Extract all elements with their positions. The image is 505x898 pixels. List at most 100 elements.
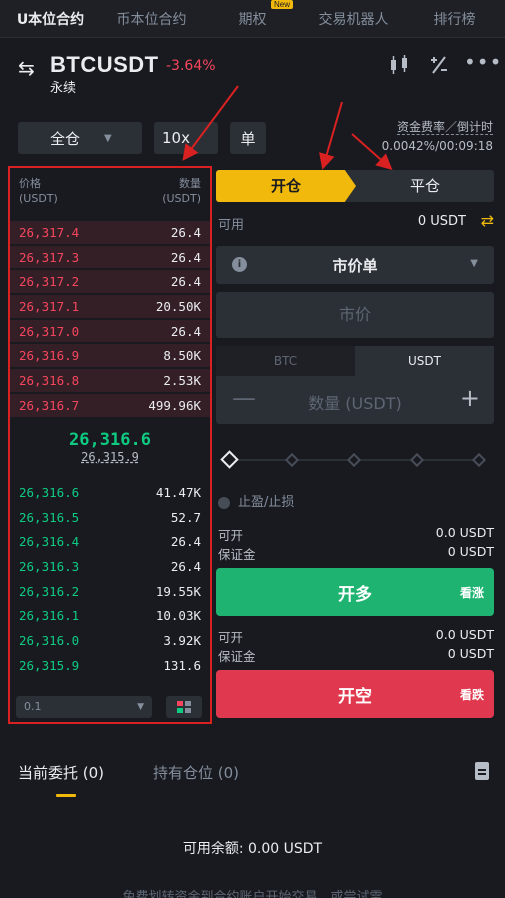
bid-qty: 19.55K <box>155 583 201 599</box>
ask-row[interactable]: 26,316.8 2.53K <box>10 368 210 393</box>
bullish-label: 看涨 <box>459 586 484 600</box>
slider-node-75[interactable] <box>409 452 425 468</box>
tab-open-position[interactable]: 开仓 <box>216 170 356 202</box>
amount-stepper: — 数量 (USDT) + <box>216 380 494 420</box>
ask-qty: 20.50K <box>155 298 201 314</box>
layout-icon[interactable] <box>166 696 202 718</box>
amount-input[interactable]: 数量 (USDT) <box>216 390 494 414</box>
ask-qty: 8.50K <box>163 348 201 364</box>
amount-box: BTC USDT — 数量 (USDT) + <box>216 346 494 424</box>
tab-open-orders[interactable]: 当前委托 (0) <box>18 762 104 783</box>
bid-row[interactable]: 26,316.6 41.47K <box>10 480 210 505</box>
unit-usdt[interactable]: USDT <box>355 346 494 376</box>
bid-row[interactable]: 26,316.4 26.4 <box>10 529 210 554</box>
tab-coin-futures[interactable]: 币本位合约 <box>101 9 202 29</box>
margin-mode-select[interactable]: 全仓 ▼ <box>18 122 142 154</box>
tpsl-toggle[interactable]: 止盈/止损 <box>218 491 294 510</box>
arrow-to-open-tab <box>319 101 343 170</box>
ask-row[interactable]: 26,316.7 499.96K <box>10 393 210 418</box>
ask-price: 26,316.8 <box>19 372 80 388</box>
bid-price: 26,316.0 <box>19 632 80 648</box>
open-short-button[interactable]: 开空 看跌 <box>216 670 494 718</box>
ask-price: 26,317.3 <box>19 249 80 265</box>
ask-list: 26,317.4 26.4 26,317.3 26.4 26,317.2 26.4 26,3… <box>10 220 210 418</box>
mark-price[interactable]: 26,315.9 <box>10 450 210 464</box>
increase-button[interactable]: + <box>460 384 480 412</box>
ask-row[interactable]: 26,317.1 20.50K <box>10 294 210 319</box>
tab-trading-bots[interactable]: 交易机器人 <box>303 9 404 29</box>
bid-list: 26,316.6 41.47K 26,316.5 52.7 26,316.4 26.4 26… <box>10 480 210 678</box>
order-type-select[interactable]: i 市价单 ▼ <box>216 246 494 284</box>
new-badge: New <box>270 0 293 9</box>
bid-row[interactable]: 26,316.1 10.03K <box>10 603 210 628</box>
ask-row[interactable]: 26,317.3 26.4 <box>10 245 210 270</box>
funding-rate-label: 资金费率／倒计时 <box>396 120 493 135</box>
ask-price: 26,317.2 <box>19 274 80 290</box>
top-tab-bar: U本位合约 币本位合约 期权 New 交易机器人 排行榜 <box>0 0 505 38</box>
symbol-title[interactable]: BTCUSDT <box>50 52 159 78</box>
candlestick-icon[interactable] <box>388 54 412 76</box>
tab-options[interactable]: 期权 New <box>202 0 303 29</box>
order-book: 价格 (USDT) 数量 (USDT) 26,317.4 26.4 26,317.3 26… <box>8 166 212 724</box>
funding-rate[interactable]: 资金费率／倒计时 0.0042%/00:09:18 <box>382 118 493 156</box>
ask-row[interactable]: 26,317.2 26.4 <box>10 269 210 294</box>
more-icon[interactable]: ••• <box>464 50 502 74</box>
ask-qty: 26.4 <box>170 224 201 240</box>
long-open-value: 0.0 USDT <box>435 525 494 540</box>
short-max-open: 可开 0.0 USDT <box>218 627 494 646</box>
price-header: 价格 <box>19 177 41 190</box>
tab-positions[interactable]: 持有仓位 (0) <box>153 762 239 783</box>
bid-row[interactable]: 26,316.2 19.55K <box>10 579 210 604</box>
bid-price: 26,316.4 <box>19 534 80 550</box>
calculator-icon[interactable] <box>428 54 450 76</box>
leverage-select[interactable]: 10x <box>154 122 218 154</box>
ask-row[interactable]: 26,317.0 26.4 <box>10 319 210 344</box>
ask-row[interactable]: 26,317.4 26.4 <box>10 220 210 245</box>
short-open-label: 可开 <box>218 630 244 645</box>
bid-row[interactable]: 26,315.9 131.6 <box>10 653 210 678</box>
bid-price: 26,316.5 <box>19 509 80 525</box>
short-margin-label: 保证金 <box>218 649 256 664</box>
unit-btc[interactable]: BTC <box>216 346 355 376</box>
margin-mode-label: 全仓 <box>50 129 81 148</box>
position-mode-button[interactable]: 单 <box>230 122 266 154</box>
amount-slider[interactable] <box>220 450 488 469</box>
open-long-button[interactable]: 开多 看涨 <box>216 568 494 616</box>
tab-close-position[interactable]: 平仓 <box>356 170 494 202</box>
bid-price: 26,316.1 <box>19 608 80 624</box>
price-unit: (USDT) <box>19 192 58 205</box>
swap-icon[interactable]: ⇆ <box>18 56 35 80</box>
bid-price: 26,316.6 <box>19 484 80 500</box>
long-margin-label: 保证金 <box>218 547 256 562</box>
short-margin: 保证金 0 USDT <box>218 646 494 665</box>
document-icon[interactable] <box>475 762 489 780</box>
slider-node-0[interactable] <box>220 450 239 469</box>
price-input[interactable]: 市价 <box>216 292 494 338</box>
bid-qty: 10.03K <box>155 608 201 624</box>
slider-node-100[interactable] <box>471 452 487 468</box>
open-long-label: 开多 <box>338 585 372 605</box>
ask-row[interactable]: 26,316.9 8.50K <box>10 343 210 368</box>
tab-leaderboard[interactable]: 排行榜 <box>404 9 505 29</box>
tpsl-checkbox[interactable] <box>218 496 230 509</box>
bearish-label: 看跌 <box>459 688 484 702</box>
last-price[interactable]: 26,316.6 <box>10 430 210 450</box>
bid-qty: 26.4 <box>170 558 201 574</box>
bottom-tabs: 当前委托 (0) 持有仓位 (0) <box>0 752 505 798</box>
bid-row[interactable]: 26,316.0 3.92K <box>10 628 210 653</box>
contract-type: 永续 <box>50 81 77 96</box>
available-balance-summary: 可用余额: 0.00 USDT <box>182 841 323 857</box>
slider-node-25[interactable] <box>284 452 300 468</box>
order-book-footer: 0.1 ▼ <box>16 696 204 718</box>
slider-node-50[interactable] <box>346 452 362 468</box>
transfer-icon[interactable]: ⇄ <box>481 211 494 230</box>
ask-price: 26,316.9 <box>19 348 80 364</box>
price-change: -3.64% <box>166 58 216 74</box>
bid-row[interactable]: 26,316.3 26.4 <box>10 554 210 579</box>
precision-select[interactable]: 0.1 ▼ <box>16 696 152 718</box>
ask-qty: 26.4 <box>170 323 201 339</box>
tab-usdt-futures[interactable]: U本位合约 <box>0 9 101 29</box>
bid-row[interactable]: 26,316.5 52.7 <box>10 505 210 530</box>
ask-price: 26,317.4 <box>19 224 80 240</box>
ask-price: 26,316.7 <box>19 397 80 413</box>
